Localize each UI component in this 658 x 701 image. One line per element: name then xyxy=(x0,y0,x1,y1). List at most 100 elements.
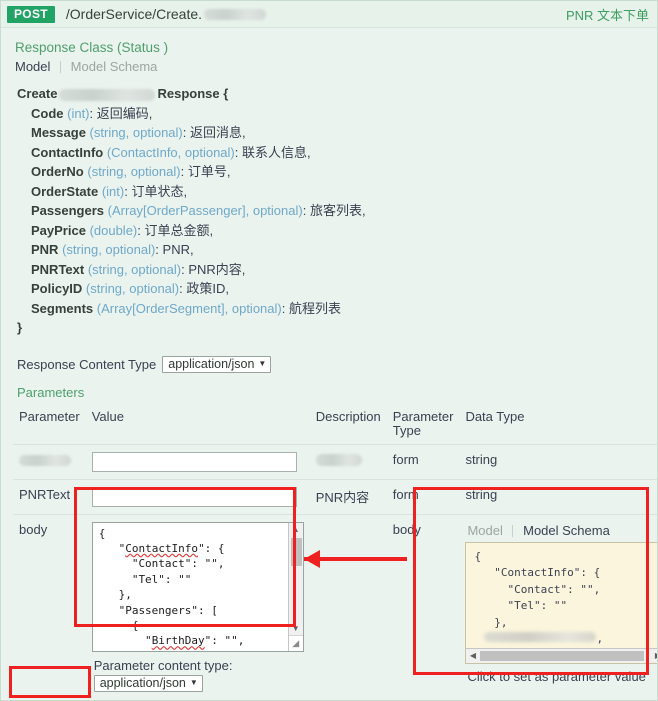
model-property: OrderNo (string, optional): 订单号, xyxy=(17,162,657,182)
column-header-data-type: Data Type xyxy=(465,408,525,424)
parameter-type-cell: form xyxy=(386,443,460,479)
scroll-left-icon[interactable]: ◀ xyxy=(466,649,479,663)
model-schema-content: { "ContactInfo": { "Contact": "", "Tel":… xyxy=(474,549,604,646)
property-name: OrderState xyxy=(31,183,99,199)
response-content-type-value: application/json xyxy=(168,357,255,371)
parameter-content-type-select[interactable]: application/json ▼ xyxy=(93,674,203,692)
parameter-data-type-cell: string xyxy=(459,478,657,514)
property-name: PNR xyxy=(31,242,59,257)
property-description: PNR内容, xyxy=(188,261,246,277)
signature-class-redaction xyxy=(59,88,156,101)
property-type: (string, optional) xyxy=(62,242,156,257)
parameter-value-cell xyxy=(85,478,310,514)
schema-hint-text[interactable]: Click to set as parameter value xyxy=(465,664,657,684)
operation-path: /OrderService/Create. xyxy=(66,6,267,22)
body-editor-wrap: { "ContactInfo": { "Contact": "", "Tel":… xyxy=(91,521,304,652)
property-name: PayPrice xyxy=(31,222,86,238)
signature-close-line: } xyxy=(17,318,657,338)
chevron-down-icon: ▼ xyxy=(258,359,267,368)
parameters-table: Parameter Value Description Parameter Ty… xyxy=(13,408,657,699)
property-type: (string, optional) xyxy=(87,164,181,179)
swagger-operation-panel: POST /OrderService/Create. PNR 文本下单 Resp… xyxy=(0,0,658,701)
property-name: PNRText xyxy=(31,261,85,277)
search-input[interactable] xyxy=(91,451,297,472)
property-colon: : xyxy=(182,125,187,140)
response-content-type-select[interactable]: application/json ▼ xyxy=(162,355,272,373)
column-header-parameter: Parameter xyxy=(19,408,80,424)
parameters-title: Parameters xyxy=(17,384,85,400)
property-name: PolicyID xyxy=(31,281,83,296)
model-schema-box[interactable]: { "ContactInfo": { "Contact": "", "Tel":… xyxy=(465,541,657,664)
response-content-type-label: Response Content Type xyxy=(17,356,157,372)
scroll-up-icon[interactable]: ▲ xyxy=(289,523,303,536)
chevron-down-icon: ▼ xyxy=(189,678,198,687)
body-parameter-type-cell: body xyxy=(386,513,460,699)
parameter-description-redaction xyxy=(315,454,362,467)
operation-content: Response Class (Status ) Model Model Sch… xyxy=(1,28,657,700)
model-property: ContactInfo (ContactInfo, optional): 联系人… xyxy=(17,143,657,163)
model-property: PNR (string, optional): PNR, xyxy=(17,240,657,260)
parameter-description-cell: PNR内容 xyxy=(309,478,387,514)
model-property: PolicyID (string, optional): 政策ID, xyxy=(17,279,657,299)
schema-tab-model[interactable]: Model xyxy=(467,523,502,538)
property-name: Message xyxy=(31,125,86,140)
property-colon: : xyxy=(137,222,141,238)
property-description: PNR, xyxy=(162,242,194,257)
response-model-tabs[interactable]: Model Model Schema xyxy=(1,59,657,76)
spellcheck-underline: CardNo xyxy=(152,650,192,651)
model-property: PNRText (string, optional): PNR内容, xyxy=(17,260,657,280)
body-textarea-scrollbar[interactable]: ▲ ▼ ◢ xyxy=(287,522,303,651)
schema-tabs[interactable]: Model Model Schema xyxy=(465,522,657,542)
property-type: (int) xyxy=(101,183,125,199)
signature-class-suffix: Response { xyxy=(157,86,229,101)
scrollbar-thumb[interactable] xyxy=(480,650,645,661)
signature-open-line: Create Response { xyxy=(17,84,657,104)
response-class-title: Response Class (Status ) xyxy=(15,40,169,55)
property-type: (int) xyxy=(67,105,90,121)
parameter-content-type-label: Parameter content type: xyxy=(93,657,233,673)
property-colon: : xyxy=(234,144,239,160)
resize-handle-icon[interactable]: ◢ xyxy=(288,634,303,651)
tab-model-schema[interactable]: Model Schema xyxy=(71,59,158,74)
property-description: 航程列表 xyxy=(288,300,341,316)
property-description: 政策ID, xyxy=(186,281,230,296)
parameter-description-cell xyxy=(309,443,387,479)
table-row: PNRText PNR内容 form string xyxy=(13,478,657,514)
column-header-value: Value xyxy=(91,408,124,424)
property-colon: : xyxy=(181,261,185,277)
property-colon: : xyxy=(180,164,185,179)
table-header-row: Parameter Value Description Parameter Ty… xyxy=(13,408,657,445)
property-description: 联系人信息, xyxy=(242,144,311,160)
scrollbar-thumb[interactable] xyxy=(290,537,302,566)
parameter-content-type-value: application/json xyxy=(99,676,186,690)
property-colon: : xyxy=(302,203,307,218)
model-property: OrderState (int): 订单状态, xyxy=(17,182,657,202)
body-value-cell: { "ContactInfo": { "Contact": "", "Tel":… xyxy=(85,513,310,699)
property-name: OrderNo xyxy=(31,164,84,179)
spellcheck-underline: BirthDay xyxy=(151,634,205,648)
property-colon: : xyxy=(155,242,159,257)
scroll-right-icon[interactable]: ▶ xyxy=(651,649,657,663)
schema-horizontal-scrollbar[interactable]: ◀ ▶ xyxy=(466,647,657,663)
operation-summary: PNR 文本下单 xyxy=(565,7,649,23)
body-json-line: { xyxy=(98,526,106,540)
pnrtext-input[interactable] xyxy=(91,486,297,507)
body-textarea[interactable]: { "ContactInfo": { "Contact": "", "Tel":… xyxy=(91,521,304,652)
parameter-data-type-cell: string xyxy=(459,443,657,479)
operation-header[interactable]: POST /OrderService/Create. PNR 文本下单 xyxy=(1,1,657,28)
scroll-down-icon[interactable]: ▼ xyxy=(289,622,303,635)
schema-tab-model-schema[interactable]: Model Schema xyxy=(523,523,610,538)
table-row: form string xyxy=(13,443,657,479)
property-colon: : xyxy=(89,105,94,121)
property-type: (Array[OrderPassenger], optional) xyxy=(107,203,303,218)
model-schema-panel: Model Model Schema { "ContactInfo": { "C… xyxy=(465,522,657,684)
property-description: 订单总金额, xyxy=(144,222,214,238)
schema-content-redaction xyxy=(484,632,597,642)
parameter-name-cell xyxy=(13,443,86,479)
property-description: 订单状态, xyxy=(131,183,188,199)
tab-model[interactable]: Model xyxy=(15,59,50,74)
property-colon: : xyxy=(179,281,183,296)
model-property: Code (int): 返回编码, xyxy=(17,104,657,124)
model-property: Message (string, optional): 返回消息, xyxy=(17,123,657,143)
tab-divider xyxy=(60,61,62,73)
